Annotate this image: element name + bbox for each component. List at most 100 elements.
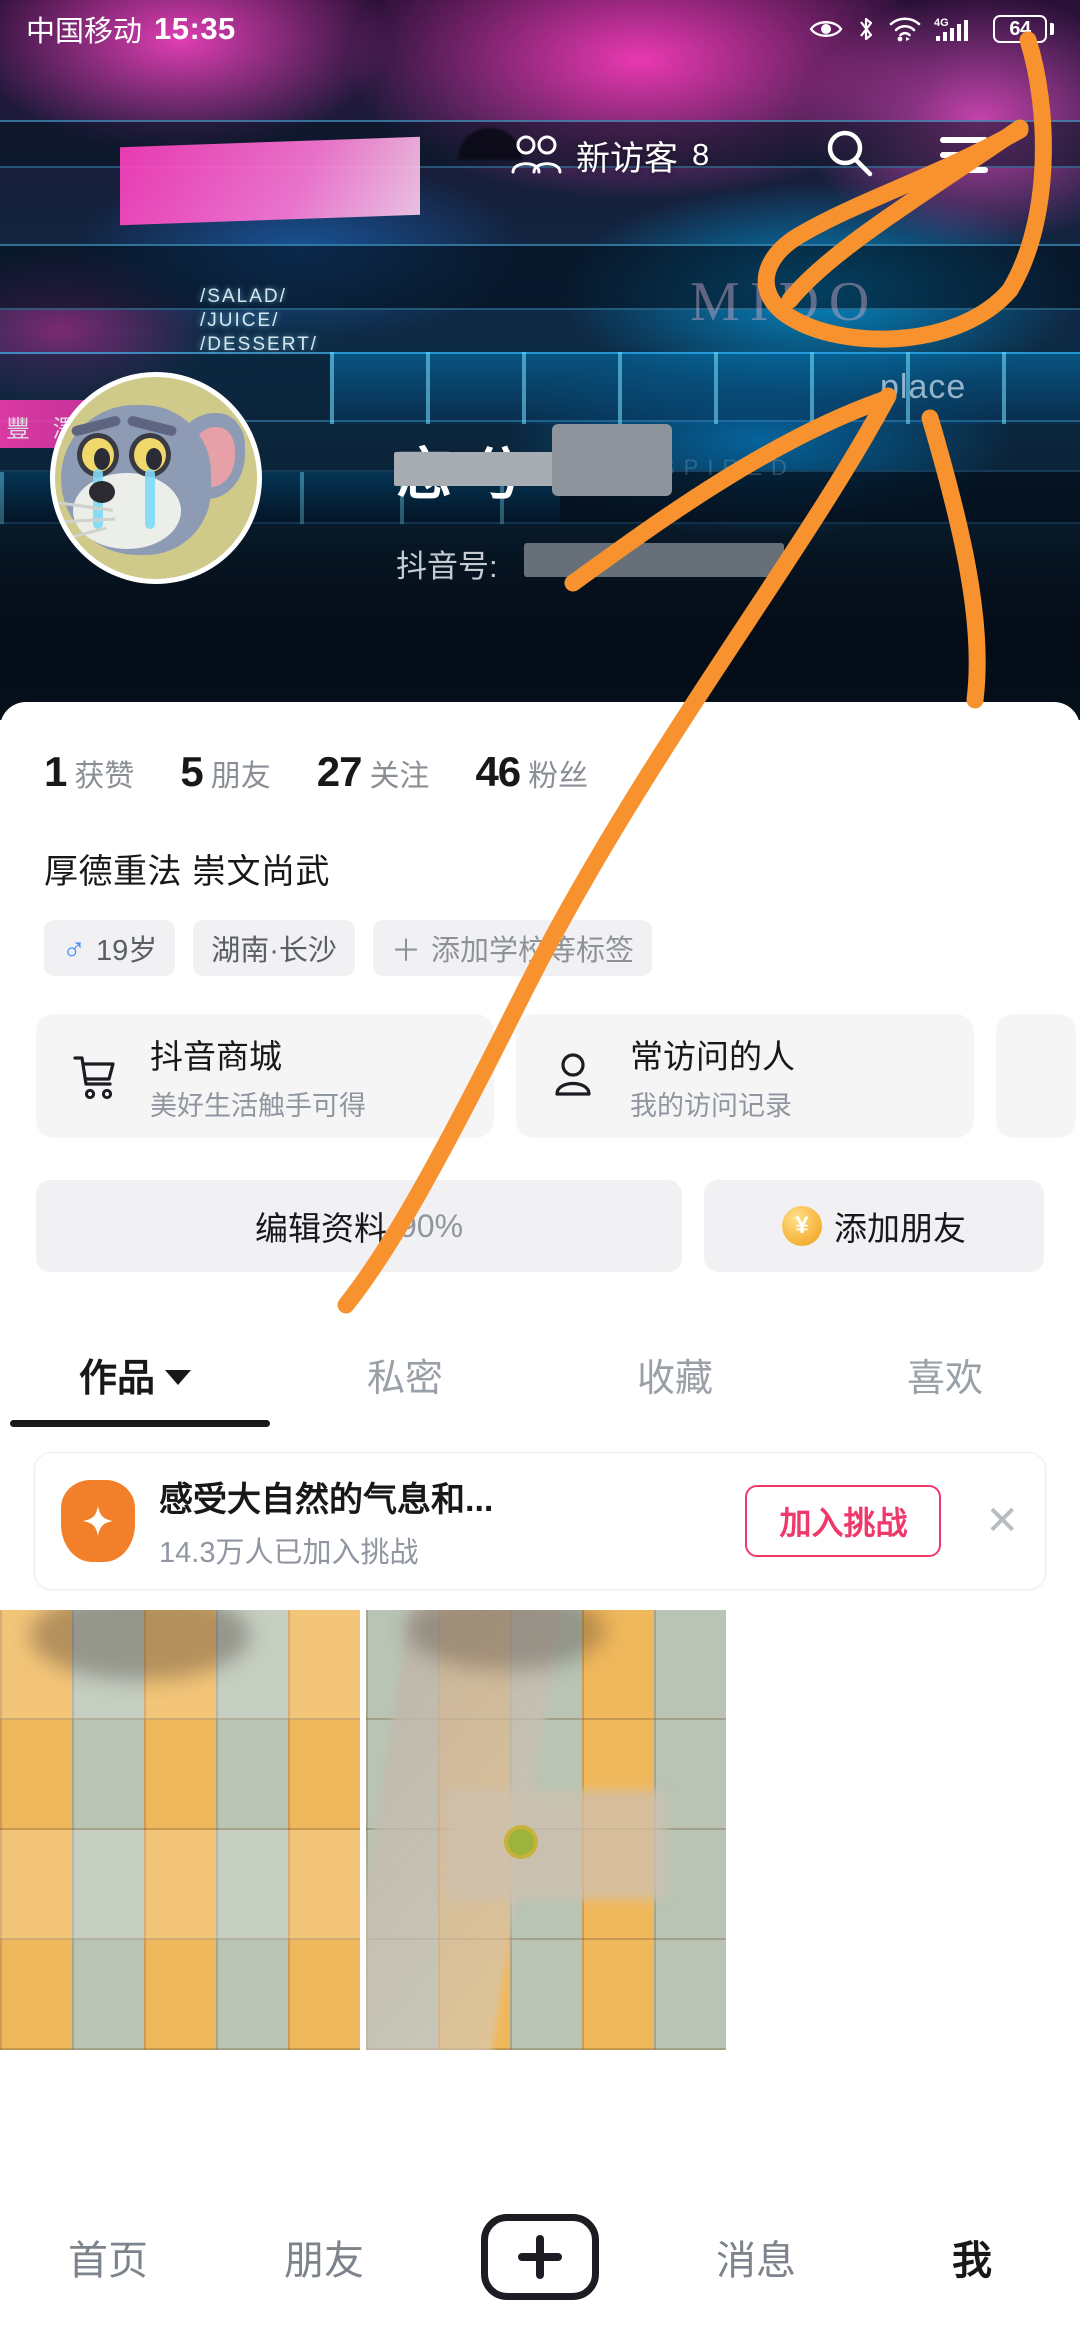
cover-sign-line-3: /DESSERT/	[200, 333, 318, 355]
challenge-banner[interactable]: 感受大自然的气息和... 14.3万人已加入挑战 加入挑战 ✕	[34, 1452, 1046, 1590]
hamburger-menu-icon	[940, 137, 988, 143]
service-card-text: 抖音商城 美好生活触手可得	[150, 1030, 366, 1123]
cover-sign-text: /SALAD/ /JUICE/ /DESSERT/	[200, 285, 318, 356]
tab-works[interactable]: 作品	[0, 1347, 270, 1402]
tab-favorites[interactable]: 收藏	[540, 1347, 810, 1402]
stat-value: 27	[316, 748, 363, 795]
battery-level-label: 64	[993, 15, 1047, 43]
people-icon	[511, 135, 562, 174]
plus-create-icon	[481, 2213, 599, 2300]
signal-4g-icon: 4G	[934, 17, 968, 41]
nav-item-messages[interactable]: 消息	[648, 2228, 864, 2286]
status-bar: 中国移动 15:35 4G 64	[0, 0, 1080, 58]
tab-label: 私密	[366, 1357, 443, 1400]
hamburger-menu-button[interactable]	[940, 137, 988, 173]
username: 恋 兮	[394, 424, 672, 511]
plus-icon: ＋	[390, 935, 421, 968]
tab-label: 喜欢	[906, 1357, 983, 1400]
cover-window-grid	[330, 352, 1080, 424]
cover-top-nav: 新访客 8	[0, 110, 1080, 200]
service-cards: 抖音商城 美好生活触手可得 常访问的人 我的访问记录	[36, 1014, 1076, 1138]
tab-label: 作品	[78, 1357, 155, 1400]
sparkle-icon	[61, 1480, 135, 1562]
eye-icon	[809, 21, 843, 37]
thumbnail-object	[504, 1825, 538, 1859]
tab-label: 收藏	[636, 1357, 713, 1400]
stat-value: 46	[475, 748, 521, 795]
new-visitors-button[interactable]: 新访客 8	[510, 131, 709, 180]
profile-bio[interactable]: 厚德重法 崇文尚武	[44, 844, 330, 893]
challenge-title: 感受大自然的气息和...	[159, 1480, 494, 1519]
tab-private[interactable]: 私密	[270, 1347, 540, 1402]
search-button[interactable]	[822, 126, 876, 185]
tab-likes[interactable]: 喜欢	[810, 1347, 1080, 1402]
tag-label: 湖南·长沙	[211, 935, 337, 967]
profile-sheet: 1 获赞 5 朋友 27 关注 46 粉丝 厚德重法 崇文尚武 ♂ 19岁 湖南…	[0, 702, 1080, 2340]
stat-friends[interactable]: 5 朋友	[180, 748, 270, 796]
profile-tags: ♂ 19岁 湖南·长沙 ＋ 添加学校等标签	[44, 920, 652, 976]
status-bar-right: 4G 64	[809, 15, 1054, 43]
nav-item-friends[interactable]: 朋友	[216, 2228, 432, 2286]
video-grid	[0, 1610, 1080, 2050]
stat-followers[interactable]: 46 粉丝	[475, 748, 588, 796]
nav-item-me[interactable]: 我	[864, 2228, 1080, 2286]
service-card-subtitle: 我的访问记录	[630, 1090, 792, 1121]
edit-profile-percent: 90%	[398, 1207, 464, 1244]
service-card-shop[interactable]: 抖音商城 美好生活触手可得	[36, 1014, 494, 1138]
stat-following[interactable]: 27 关注	[317, 748, 430, 796]
clock-label: 15:35	[154, 11, 236, 46]
video-thumbnail[interactable]	[0, 1610, 360, 2050]
battery-tip	[1050, 23, 1054, 35]
service-card-visitors[interactable]: 常访问的人 我的访问记录	[516, 1014, 974, 1138]
stat-value: 1	[44, 748, 67, 795]
thumbnail-blur-overlay	[446, 1790, 666, 1900]
service-card-next-partial[interactable]	[996, 1014, 1076, 1138]
cover-sign-line-2: /JUICE/	[200, 309, 280, 331]
cover-sign-line-1: /SALAD/	[200, 286, 287, 307]
edit-profile-label: 编辑资料	[254, 1210, 387, 1247]
join-challenge-button[interactable]: 加入挑战	[745, 1485, 942, 1557]
avatar-image	[55, 377, 257, 579]
svg-text:4G: 4G	[934, 17, 949, 29]
add-friend-button[interactable]: ¥ 添加朋友	[704, 1180, 1044, 1272]
new-visitors-label: 新访客	[576, 139, 678, 178]
stat-label: 获赞	[74, 760, 135, 793]
hamburger-menu-icon	[940, 167, 988, 173]
carrier-label: 中国移动	[26, 16, 143, 48]
service-card-title: 常访问的人	[630, 1037, 795, 1075]
avatar[interactable]	[50, 372, 262, 584]
stat-label: 关注	[369, 760, 430, 793]
douyin-profile-screen: /SALAD/ /JUICE/ /DESSERT/ MIDO place INS…	[0, 0, 1080, 2340]
douyin-id-row[interactable]: 抖音号:	[396, 541, 784, 586]
profile-cover-photo[interactable]: /SALAD/ /JUICE/ /DESSERT/ MIDO place INS…	[0, 0, 1080, 720]
male-icon: ♂	[62, 929, 86, 966]
chevron-down-icon	[165, 1369, 191, 1385]
stat-label: 朋友	[210, 760, 271, 793]
person-icon	[542, 1045, 604, 1107]
profile-name-block: 恋 兮 抖音号:	[394, 424, 784, 586]
tag-location[interactable]: 湖南·长沙	[193, 920, 355, 976]
wifi-icon	[889, 17, 921, 42]
yen-coin-icon: ¥	[782, 1206, 822, 1246]
profile-stats: 1 获赞 5 朋友 27 关注 46 粉丝	[44, 748, 588, 796]
cover-band	[0, 244, 1080, 310]
add-friend-label: 添加朋友	[834, 1210, 966, 1247]
tag-label: 添加学校等标签	[430, 935, 634, 967]
stat-value: 5	[180, 748, 203, 795]
cover-place-text: place	[880, 368, 967, 406]
nav-item-home[interactable]: 首页	[0, 2228, 216, 2286]
stat-likes[interactable]: 1 获赞	[44, 748, 134, 796]
tag-age-gender[interactable]: ♂ 19岁	[44, 920, 176, 976]
shopping-cart-icon	[62, 1045, 124, 1107]
redaction-bar	[524, 543, 784, 577]
edit-profile-button[interactable]: 编辑资料 90%	[36, 1180, 682, 1272]
video-thumbnail[interactable]	[366, 1610, 726, 2050]
hamburger-menu-icon	[940, 152, 988, 158]
status-bar-left: 中国移动 15:35	[26, 8, 236, 50]
nav-item-create[interactable]	[432, 2213, 648, 2300]
douyin-id-label: 抖音号:	[396, 549, 498, 584]
active-tab-underline	[10, 1420, 270, 1427]
service-card-subtitle: 美好生活触手可得	[150, 1090, 366, 1121]
close-icon[interactable]: ✕	[985, 1501, 1019, 1541]
tag-add-school[interactable]: ＋ 添加学校等标签	[372, 920, 652, 976]
